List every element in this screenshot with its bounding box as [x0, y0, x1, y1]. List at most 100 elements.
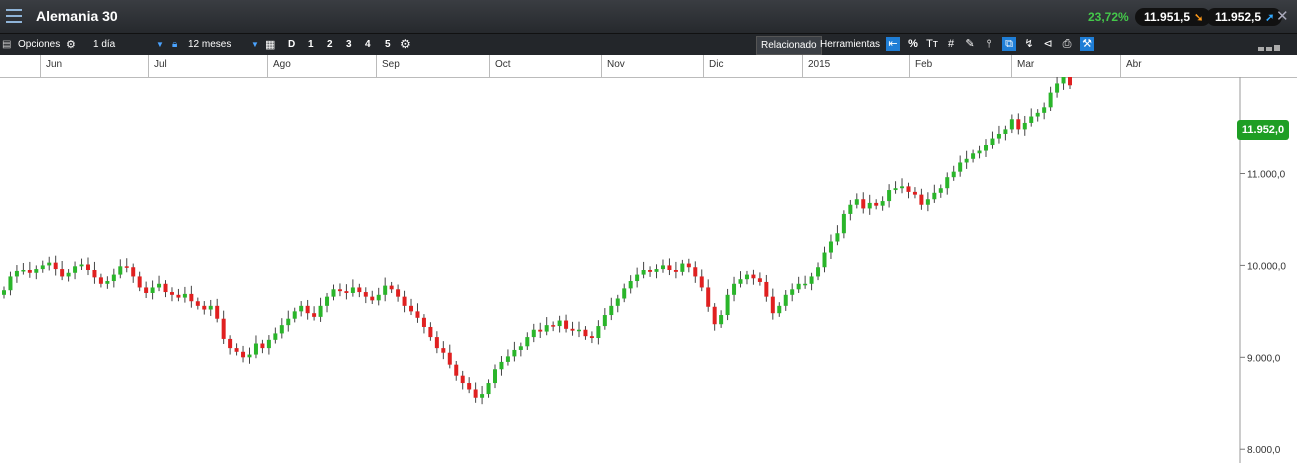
period-button-1[interactable]: 1	[308, 37, 314, 52]
compare-icon[interactable]: ⧉	[1002, 37, 1016, 51]
crosshair-icon[interactable]: ⇤	[886, 37, 900, 51]
buy-price-button[interactable]: 11.952,5 ➚	[1206, 8, 1283, 26]
calendar-icon[interactable]: ▦	[265, 38, 275, 51]
candle-down	[757, 278, 762, 282]
range-select[interactable]: 12 meses	[188, 39, 231, 50]
candle-down	[919, 194, 924, 205]
down-arrow-icon: ➘	[1194, 12, 1204, 24]
candle-up	[1009, 119, 1014, 130]
print-icon[interactable]: ⎙	[1060, 37, 1074, 51]
candle-down	[912, 191, 917, 195]
buy-price-value: 11.952,5	[1215, 10, 1262, 24]
candle-up	[486, 383, 491, 395]
candle-down	[441, 348, 446, 353]
candle-up	[576, 329, 581, 332]
gear-icon[interactable]: ⚙	[66, 38, 76, 51]
candle-up	[505, 356, 510, 362]
window-controls[interactable]	[1256, 43, 1280, 54]
candle-up	[854, 199, 859, 205]
candle-up	[47, 262, 52, 266]
candle-down	[228, 338, 233, 349]
candle-up	[182, 293, 187, 298]
candle-down	[85, 264, 90, 270]
candle-down	[1068, 77, 1072, 86]
hamburger-menu-icon[interactable]	[6, 9, 22, 23]
interval-select[interactable]: 1 día	[93, 39, 115, 50]
candle-up	[816, 267, 821, 277]
grid-icon[interactable]: #	[944, 37, 958, 51]
candle-up	[376, 294, 381, 301]
candle-down	[202, 305, 207, 310]
candle-up	[996, 133, 1001, 139]
text-icon[interactable]: Tт	[925, 37, 939, 51]
candle-icon[interactable]: ⫯	[982, 37, 996, 51]
x-tick-label: Jun	[46, 59, 63, 70]
x-tick-label: Oct	[495, 59, 511, 70]
list-icon[interactable]: ▤	[2, 39, 11, 50]
indicator-icon[interactable]: ↯	[1022, 37, 1036, 51]
candle-down	[144, 287, 149, 293]
candle-down	[1016, 119, 1021, 130]
candle-up	[893, 188, 898, 191]
options-button[interactable]: Opciones	[18, 39, 60, 50]
candle-down	[712, 306, 717, 325]
percent-icon[interactable]: %	[906, 37, 920, 51]
candle-up	[867, 202, 872, 209]
close-icon[interactable]: ✕	[1276, 7, 1289, 25]
chevron-down-icon[interactable]: ▼	[156, 40, 164, 49]
candle-up	[803, 283, 808, 286]
candle-down	[648, 270, 653, 272]
candle-up	[602, 315, 607, 327]
candle-down	[409, 305, 414, 312]
draw-icon[interactable]: ✎	[963, 37, 977, 51]
candle-up	[984, 145, 989, 151]
candle-down	[195, 301, 200, 306]
candle-down	[402, 296, 407, 306]
period-button-d[interactable]: D	[288, 37, 295, 52]
period-button-2[interactable]: 2	[327, 37, 333, 52]
candle-up	[40, 265, 45, 270]
candle-up	[118, 266, 123, 275]
candle-up	[383, 285, 388, 295]
lock-icon[interactable]: 🔒︎	[172, 39, 177, 50]
candle-up	[880, 201, 885, 206]
candle-down	[751, 274, 756, 279]
period-settings-gear-icon[interactable]: ⚙	[400, 37, 411, 51]
x-tick-label: Nov	[607, 59, 625, 70]
candle-down	[370, 296, 375, 301]
candle-up	[725, 294, 730, 316]
candle-up	[951, 171, 956, 178]
y-tick-label: 11.000,0	[1247, 170, 1286, 181]
candle-up	[654, 269, 659, 272]
period-button-5[interactable]: 5	[385, 37, 391, 52]
related-button[interactable]: Relacionado	[756, 36, 822, 55]
candle-up	[719, 315, 724, 325]
candle-down	[305, 305, 310, 314]
candle-down	[874, 202, 879, 206]
candle-down	[415, 311, 420, 318]
candle-up	[828, 241, 833, 253]
sell-price-button[interactable]: 11.951,5 ➘	[1135, 8, 1212, 26]
candle-up	[266, 339, 271, 349]
y-tick-label: 9.000,0	[1247, 353, 1281, 364]
x-tick-label: Mar	[1017, 59, 1035, 70]
price-chart[interactable]: 11.000,0 10.000,0 9.000,0 8.000,0	[0, 77, 1297, 463]
candle-up	[1035, 112, 1040, 117]
x-tick-label: 2015	[808, 59, 831, 70]
candle-up	[318, 305, 323, 317]
up-arrow-icon: ➚	[1265, 12, 1275, 24]
candle-down	[92, 270, 97, 278]
period-button-4[interactable]: 4	[365, 37, 371, 52]
time-axis: Jun Jul Ago Sep Oct Nov Dic 2015 Feb Mar…	[0, 55, 1297, 78]
tag-icon[interactable]: ⊲	[1041, 37, 1055, 51]
candle-up	[1022, 122, 1027, 130]
chevron-down-icon[interactable]: ▼	[251, 40, 259, 49]
candle-down	[764, 281, 769, 297]
candle-up	[525, 337, 530, 347]
candle-up	[622, 288, 627, 299]
candle-up	[680, 263, 685, 272]
period-button-3[interactable]: 3	[346, 37, 352, 52]
x-tick-label: Feb	[915, 59, 933, 70]
x-tick-label: Sep	[382, 59, 400, 70]
settings-active-icon[interactable]: ⚒	[1080, 37, 1094, 51]
